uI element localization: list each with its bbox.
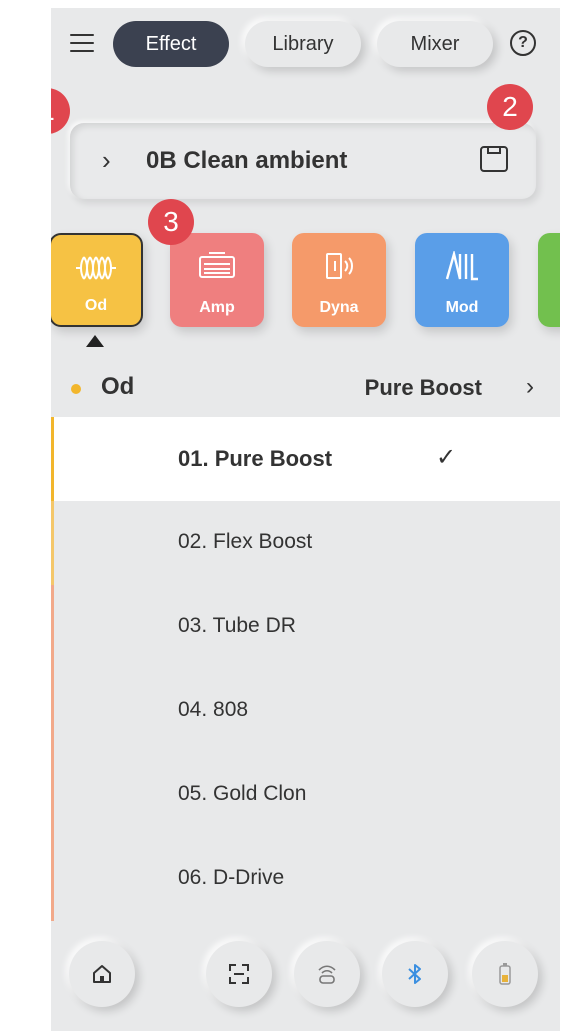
module-mod[interactable]: Mod — [415, 233, 509, 327]
list-item[interactable]: 03. Tube DR — [51, 585, 560, 669]
list-item-label: 06. D-Drive — [178, 866, 285, 889]
list-item[interactable]: 02. Flex Boost — [51, 501, 560, 585]
module-od[interactable]: Od — [51, 233, 143, 327]
scan-button[interactable] — [206, 941, 272, 1007]
callout-badge-2: 2 — [487, 84, 533, 130]
scan-icon — [229, 964, 249, 984]
module-label: Mod — [445, 299, 479, 316]
module-color-dot — [71, 384, 81, 394]
list-item[interactable]: 01. Pure Boost ✓ — [51, 417, 560, 501]
list-accent-bar — [51, 417, 54, 501]
battery-button[interactable] — [472, 941, 538, 1007]
module-label: Amp — [199, 299, 235, 316]
home-button[interactable] — [69, 941, 135, 1007]
preset-name: 0B Clean ambient — [146, 147, 348, 174]
list-accent-bar — [51, 501, 54, 585]
preset-selector[interactable]: › 0B Clean ambient — [70, 123, 536, 199]
list-item[interactable]: 06. D-Drive — [51, 837, 560, 921]
battery-icon — [499, 963, 511, 985]
list-accent-bar — [51, 585, 54, 669]
help-icon[interactable]: ? — [510, 30, 536, 56]
hamburger-menu-icon[interactable] — [70, 34, 94, 54]
current-effect[interactable]: Pure Boost — [365, 375, 482, 401]
module-label: Dyna — [319, 299, 359, 316]
list-accent-bar — [51, 669, 54, 753]
amp-icon — [170, 251, 264, 289]
module-amp[interactable]: Amp — [170, 233, 264, 327]
callout-badge-1: 1 — [51, 88, 70, 134]
list-item-label: 05. Gold Clon — [178, 782, 307, 805]
tab-effect[interactable]: Effect — [113, 21, 229, 67]
tab-mixer[interactable]: Mixer — [377, 21, 493, 67]
module-partial[interactable] — [538, 233, 560, 327]
list-item[interactable]: 04. 808 — [51, 669, 560, 753]
list-item-label: 04. 808 — [178, 698, 249, 721]
module-label: Od — [84, 297, 108, 314]
list-item-label: 02. Flex Boost — [178, 530, 313, 553]
module-dyna[interactable]: Dyna — [292, 233, 386, 327]
modulation-icon — [415, 249, 509, 289]
selected-module-pointer — [86, 335, 104, 347]
tab-library[interactable]: Library — [245, 21, 361, 67]
checkmark-icon: ✓ — [436, 444, 457, 471]
tuner-button[interactable] — [294, 941, 360, 1007]
list-item-label: 01. Pure Boost — [178, 446, 333, 471]
list-accent-bar — [51, 837, 54, 921]
chevron-right-icon: › — [102, 145, 111, 175]
save-icon[interactable] — [480, 146, 508, 172]
module-name: Od — [101, 373, 135, 400]
list-item-label: 03. Tube DR — [178, 614, 296, 637]
effect-list: 01. Pure Boost ✓ 02. Flex Boost 03. Tube… — [51, 417, 560, 921]
list-accent-bar — [51, 753, 54, 837]
list-item[interactable]: 05. Gold Clon — [51, 753, 560, 837]
app-screen: Effect Library Mixer ? › 0B Clean ambien… — [51, 8, 560, 1031]
overdrive-icon — [51, 253, 141, 291]
chevron-right-icon[interactable]: › — [526, 373, 534, 401]
callout-badge-3: 3 — [148, 199, 194, 245]
dynamics-icon — [292, 251, 386, 289]
tuner-icon — [318, 965, 336, 984]
home-icon — [93, 965, 111, 983]
bluetooth-icon — [408, 964, 421, 984]
bluetooth-button[interactable] — [382, 941, 448, 1007]
